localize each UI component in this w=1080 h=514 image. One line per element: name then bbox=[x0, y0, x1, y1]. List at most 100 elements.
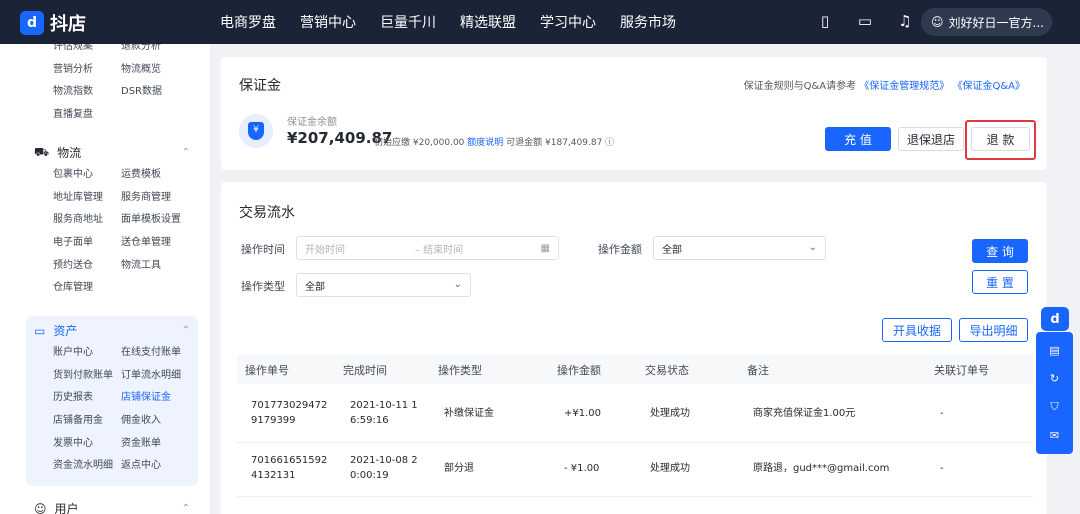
sidebar-item-store-deposit[interactable]: 店铺保证金 bbox=[121, 387, 201, 410]
logo-mark: d bbox=[20, 11, 44, 35]
bell-icon[interactable]: ♫ bbox=[896, 12, 914, 30]
chevron-down-icon: ⌄ bbox=[1049, 15, 1052, 29]
sidebar-item[interactable]: 包裹中心 bbox=[53, 164, 121, 187]
deposit-title: 保证金 bbox=[239, 78, 281, 94]
query-button[interactable]: 查 询 bbox=[972, 239, 1028, 263]
sidebar-item[interactable]: 订单流水明细 bbox=[121, 365, 201, 388]
nav-item-compass[interactable]: 电商罗盘 bbox=[220, 12, 276, 32]
row-divider bbox=[237, 496, 1033, 497]
filter-type-label: 操作类型 bbox=[241, 280, 285, 293]
brand-logo[interactable]: d 抖店 bbox=[20, 10, 86, 36]
transactions-title: 交易流水 bbox=[239, 205, 295, 221]
chat-icon[interactable]: ▭ bbox=[856, 12, 874, 30]
row2-note: 原路退，gud***@gmail.com bbox=[753, 463, 890, 474]
export-detail-button[interactable]: 导出明细 bbox=[959, 318, 1028, 342]
phone-icon[interactable]: ▯ bbox=[816, 12, 834, 30]
brand-name: 抖店 bbox=[50, 14, 86, 35]
withdraw-store-button[interactable]: 退保退店 bbox=[898, 127, 964, 151]
sidebar-item[interactable]: 物流概览 bbox=[121, 59, 201, 82]
sidebar-item[interactable]: 历史报表 bbox=[53, 387, 121, 410]
sidebar-item[interactable]: 退款分析 bbox=[121, 44, 201, 59]
shield-icon[interactable]: ⛉ bbox=[1050, 400, 1058, 414]
sidebar-item[interactable]: 服务商地址 bbox=[53, 209, 121, 232]
nav-item-service-market[interactable]: 服务市场 bbox=[620, 12, 676, 32]
sidebar-item[interactable]: 物流工具 bbox=[121, 255, 201, 278]
calendar-icon: ▦ bbox=[540, 242, 550, 254]
type-select-value: 全部 bbox=[305, 281, 325, 293]
book-icon[interactable]: ▤ bbox=[1049, 344, 1059, 357]
end-time-placeholder: – 结束时间 bbox=[415, 244, 464, 256]
headset-icon[interactable]: ↻ bbox=[1050, 372, 1059, 385]
row2-amount: - ¥1.00 bbox=[564, 463, 600, 474]
sidebar-item[interactable]: 面单模板设置 bbox=[121, 209, 201, 232]
sidebar-item[interactable]: 营销分析 bbox=[53, 59, 121, 82]
initial-due: 初始应缴 ¥20,000.00 bbox=[374, 138, 465, 148]
rules-link-faq[interactable]: 《保证金Q&A》 bbox=[952, 81, 1025, 92]
balance-extra: 初始应缴 ¥20,000.00 额度说明 可退金额 ¥187,409.87 ⓘ bbox=[374, 135, 614, 148]
sidebar-item[interactable]: 预约送仓 bbox=[53, 255, 121, 278]
sidebar-item[interactable]: 佣金收入 bbox=[121, 410, 201, 433]
sidebar-item[interactable]: 送仓单管理 bbox=[121, 232, 201, 255]
nav-item-qianchuan[interactable]: 巨量千川 bbox=[380, 12, 436, 32]
row1-status: 处理成功 bbox=[650, 408, 690, 419]
chevron-up-icon: ⌃ bbox=[181, 503, 190, 514]
sidebar-item[interactable]: 地址库管理 bbox=[53, 187, 121, 210]
refundable-amount: 可退金额 ¥187,409.87 bbox=[506, 138, 603, 148]
help-icon[interactable]: ⓘ bbox=[605, 138, 614, 148]
sidebar-item[interactable]: 电子面单 bbox=[53, 232, 121, 255]
row2-order: - bbox=[940, 463, 944, 474]
sidebar-section-assets[interactable]: ▭ 资产 ⌃ bbox=[34, 322, 190, 339]
nav-item-marketing[interactable]: 营销中心 bbox=[300, 12, 356, 32]
start-time-placeholder: 开始时间 bbox=[305, 244, 345, 256]
sidebar-item[interactable]: 返点中心 bbox=[121, 455, 201, 478]
row1-id: 701773029472 9179399 bbox=[251, 400, 328, 426]
sidebar-item[interactable]: 评估规案 bbox=[53, 44, 121, 59]
amount-select[interactable]: 全部 ⌄ bbox=[653, 236, 826, 260]
sidebar-section-logistics[interactable]: ⛟ 物流 ⌃ bbox=[34, 144, 190, 161]
issue-receipt-button[interactable]: 开具收据 bbox=[882, 318, 952, 342]
row1-time: 2021-10-11 1 6:59:16 bbox=[350, 400, 418, 426]
date-range-input[interactable]: 开始时间 – 结束时间 ▦ bbox=[296, 236, 559, 260]
main-nav: 电商罗盘 营销中心 巨量千川 精选联盟 学习中心 服务市场 bbox=[220, 0, 676, 44]
sidebar-item[interactable]: 货到付款账单 bbox=[53, 365, 121, 388]
floating-logo[interactable]: d bbox=[1041, 307, 1069, 331]
amount-select-value: 全部 bbox=[662, 244, 682, 256]
col-header-note: 备注 bbox=[747, 364, 769, 377]
chevron-down-icon: ⌄ bbox=[808, 242, 817, 253]
sidebar-item[interactable]: 运费模板 bbox=[121, 164, 201, 187]
row1-type: 补缴保证金 bbox=[444, 408, 494, 419]
sidebar-section-users[interactable]: ☺ 用户 ⌃ bbox=[34, 500, 190, 514]
rules-link-policy[interactable]: 《保证金管理规范》 bbox=[859, 81, 949, 92]
chevron-down-icon: ⌄ bbox=[453, 279, 462, 290]
sidebar-item[interactable]: 直播复盘 bbox=[53, 104, 121, 127]
sidebar-item[interactable]: 在线支付账单 bbox=[121, 342, 201, 365]
reset-button[interactable]: 重 置 bbox=[972, 270, 1028, 294]
mail-icon[interactable]: ✉ bbox=[1050, 429, 1059, 442]
quota-link[interactable]: 额度说明 bbox=[467, 138, 503, 148]
chevron-up-icon: ⌃ bbox=[181, 147, 190, 158]
balance-label: 保证金余额 bbox=[287, 117, 337, 128]
sidebar-item[interactable]: 物流指数 bbox=[53, 81, 121, 104]
sidebar: 评估规案 退款分析 营销分析 物流概览 物流指数 DSR数据 直播复盘 ⛟ 物流… bbox=[0, 44, 210, 514]
sidebar-item[interactable]: 店铺备用金 bbox=[53, 410, 121, 433]
type-select[interactable]: 全部 ⌄ bbox=[296, 273, 471, 297]
sidebar-item[interactable]: 账户中心 bbox=[53, 342, 121, 365]
sidebar-item[interactable]: 服务商管理 bbox=[121, 187, 201, 210]
floating-toolbar: ▤ ↻ ⛉ ✉ bbox=[1036, 332, 1073, 454]
sidebar-item[interactable]: 资金账单 bbox=[121, 433, 201, 456]
sidebar-item[interactable]: 仓库管理 bbox=[53, 277, 121, 300]
sidebar-item[interactable]: 资金流水明细 bbox=[53, 455, 121, 478]
sidebar-item[interactable]: DSR数据 bbox=[121, 81, 201, 104]
row1-order: - bbox=[940, 408, 944, 419]
user-name: 刘好好日一官方... bbox=[948, 15, 1044, 30]
nav-item-alliance[interactable]: 精选联盟 bbox=[460, 12, 516, 32]
user-menu[interactable]: ☺ 刘好好日一官方... ⌄ bbox=[921, 8, 1052, 36]
row2-status: 处理成功 bbox=[650, 463, 690, 474]
col-header-type: 操作类型 bbox=[438, 364, 482, 377]
recharge-button[interactable]: 充 值 bbox=[825, 127, 891, 151]
sidebar-item[interactable]: 发票中心 bbox=[53, 433, 121, 456]
nav-item-learning[interactable]: 学习中心 bbox=[540, 12, 596, 32]
top-icons: ▯ ▭ ♫ bbox=[816, 12, 914, 30]
sidebar-group-assets: 账户中心 在线支付账单 货到付款账单 订单流水明细 历史报表 店铺保证金 店铺备… bbox=[53, 342, 201, 478]
col-header-id: 操作单号 bbox=[245, 364, 289, 377]
